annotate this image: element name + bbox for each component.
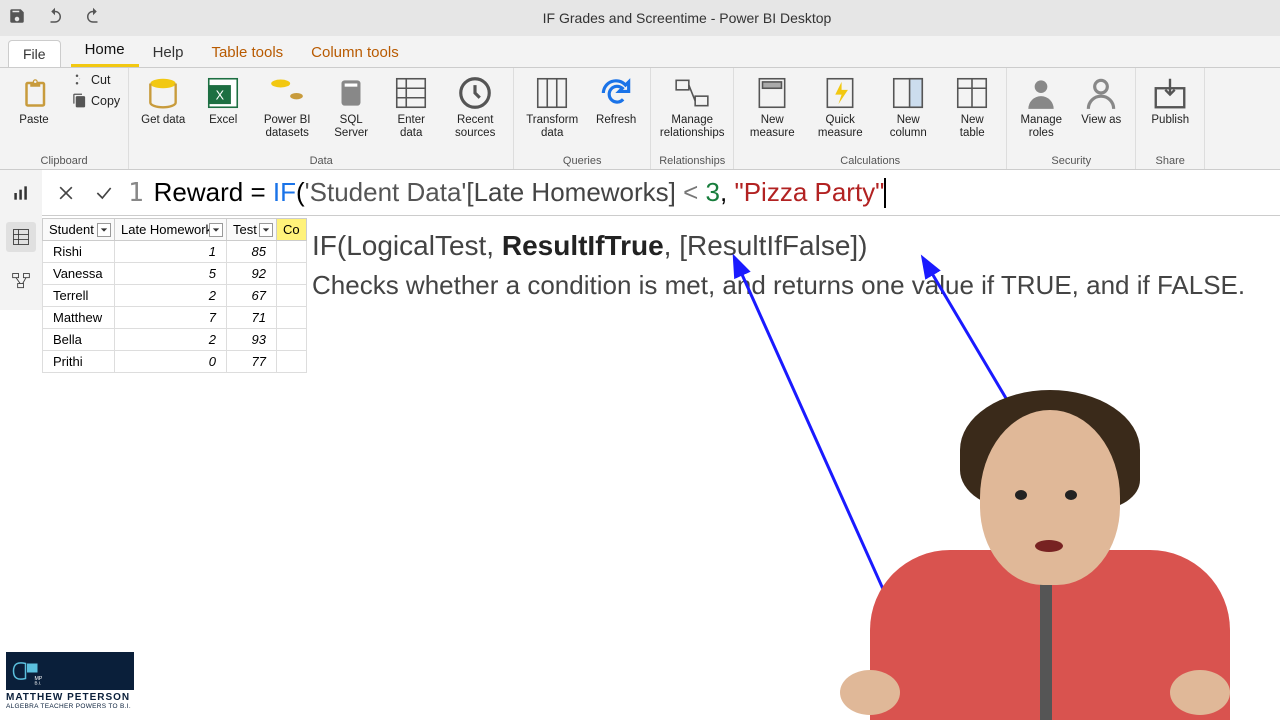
relationships-icon bbox=[673, 74, 711, 112]
group-label-calculations: Calculations bbox=[840, 153, 900, 167]
col-header-student[interactable]: Student bbox=[43, 219, 115, 241]
publish-icon bbox=[1151, 74, 1189, 112]
ribbon-group-security: Manage roles View as Security bbox=[1007, 68, 1136, 169]
col-header-late-homeworks[interactable]: Late Homeworks bbox=[115, 219, 227, 241]
new-measure-icon bbox=[753, 74, 791, 112]
table-row[interactable]: Matthew771 bbox=[43, 307, 307, 329]
table-row[interactable]: Terrell267 bbox=[43, 285, 307, 307]
tooltip-description: Checks whether a condition is met, and r… bbox=[312, 268, 1270, 303]
sql-icon bbox=[332, 74, 370, 112]
quick-measure-icon bbox=[821, 74, 859, 112]
ribbon-group-queries: Transform data Refresh Queries bbox=[514, 68, 651, 169]
new-column-icon bbox=[889, 74, 927, 112]
paste-label: Paste bbox=[19, 114, 48, 127]
chevron-down-icon[interactable] bbox=[259, 223, 273, 237]
view-as-button[interactable]: View as bbox=[1075, 72, 1127, 129]
cut-button[interactable]: Cut bbox=[72, 72, 120, 87]
table-row[interactable]: Bella293 bbox=[43, 329, 307, 351]
paste-button[interactable]: Paste bbox=[8, 72, 60, 129]
menu-tabs: File Home Help Table tools Column tools bbox=[0, 36, 1280, 68]
recent-sources-button[interactable]: Recent sources bbox=[445, 72, 505, 141]
tab-table-tools[interactable]: Table tools bbox=[197, 38, 297, 67]
group-label-data: Data bbox=[310, 153, 333, 167]
table-header-row: Student Late Homeworks Test Co bbox=[43, 219, 307, 241]
file-menu[interactable]: File bbox=[8, 40, 61, 67]
manage-roles-button[interactable]: Manage roles bbox=[1015, 72, 1067, 141]
enter-data-button[interactable]: Enter data bbox=[385, 72, 437, 141]
group-label-clipboard: Clipboard bbox=[41, 153, 88, 167]
report-view-button[interactable] bbox=[6, 178, 36, 208]
formula-cancel-button[interactable] bbox=[52, 179, 80, 207]
formula-bar: 1 Reward = IF('Student Data'[Late Homewo… bbox=[42, 170, 1280, 216]
group-label-security: Security bbox=[1051, 153, 1091, 167]
presenter-figure bbox=[830, 390, 1210, 720]
quick-measure-button[interactable]: Quick measure bbox=[810, 72, 870, 141]
group-label-queries: Queries bbox=[563, 153, 602, 167]
line-number: 1 bbox=[128, 178, 144, 208]
get-data-icon bbox=[144, 74, 182, 112]
formula-input[interactable]: Reward = IF('Student Data'[Late Homework… bbox=[154, 177, 1280, 209]
excel-button[interactable]: XExcel bbox=[197, 72, 249, 129]
manage-relationships-button[interactable]: Manage relationships bbox=[662, 72, 722, 141]
data-grid: Student Late Homeworks Test Co Rishi185V… bbox=[42, 218, 307, 373]
group-label-relationships: Relationships bbox=[659, 153, 725, 167]
table-row[interactable]: Prithi077 bbox=[43, 351, 307, 373]
new-table-button[interactable]: New table bbox=[946, 72, 998, 141]
group-label-share: Share bbox=[1156, 153, 1185, 167]
get-data-button[interactable]: Get data bbox=[137, 72, 189, 129]
pbi-datasets-button[interactable]: Power BI datasets bbox=[257, 72, 317, 141]
chevron-down-icon[interactable] bbox=[97, 223, 111, 237]
save-icon[interactable] bbox=[8, 7, 26, 30]
channel-logo: MPB.I. MATTHEW PETERSON ALGEBRA TEACHER … bbox=[6, 652, 134, 710]
col-header-partial[interactable]: Co bbox=[277, 219, 307, 241]
ribbon-group-data: Get data XExcel Power BI datasets SQL Se… bbox=[129, 68, 514, 169]
transform-data-button[interactable]: Transform data bbox=[522, 72, 582, 141]
chevron-down-icon[interactable] bbox=[209, 223, 223, 237]
excel-icon: X bbox=[204, 74, 242, 112]
refresh-button[interactable]: Refresh bbox=[590, 72, 642, 129]
logo-tagline: ALGEBRA TEACHER POWERS TO B.I. bbox=[6, 703, 134, 710]
tab-help[interactable]: Help bbox=[139, 38, 198, 67]
view-rail bbox=[0, 170, 42, 310]
redo-icon[interactable] bbox=[84, 7, 102, 30]
sql-server-button[interactable]: SQL Server bbox=[325, 72, 377, 141]
title-bar: IF Grades and Screentime - Power BI Desk… bbox=[0, 0, 1280, 36]
svg-text:B.I.: B.I. bbox=[35, 681, 42, 686]
paste-icon bbox=[15, 74, 53, 112]
table-row[interactable]: Vanessa592 bbox=[43, 263, 307, 285]
tab-home[interactable]: Home bbox=[71, 35, 139, 67]
intellisense-tooltip: IF(LogicalTest, ResultIfTrue, [ResultIfF… bbox=[308, 224, 1280, 323]
logo-name: MATTHEW PETERSON bbox=[6, 692, 134, 703]
publish-button[interactable]: Publish bbox=[1144, 72, 1196, 129]
tab-column-tools[interactable]: Column tools bbox=[297, 38, 413, 67]
manage-roles-icon bbox=[1022, 74, 1060, 112]
ribbon: Paste Cut Copy Clipboard Get data XExcel… bbox=[0, 68, 1280, 170]
ribbon-group-share: Publish Share bbox=[1136, 68, 1205, 169]
new-measure-button[interactable]: New measure bbox=[742, 72, 802, 141]
transform-icon bbox=[533, 74, 571, 112]
recent-icon bbox=[456, 74, 494, 112]
window-title: IF Grades and Screentime - Power BI Desk… bbox=[102, 10, 1272, 26]
enter-data-icon bbox=[392, 74, 430, 112]
ribbon-group-relationships: Manage relationships Relationships bbox=[651, 68, 734, 169]
refresh-icon bbox=[597, 74, 635, 112]
pbi-datasets-icon bbox=[268, 74, 306, 112]
data-view-button[interactable] bbox=[6, 222, 36, 252]
svg-text:X: X bbox=[216, 88, 225, 102]
new-column-button[interactable]: New column bbox=[878, 72, 938, 141]
new-table-icon bbox=[953, 74, 991, 112]
tooltip-signature: IF(LogicalTest, ResultIfTrue, [ResultIfF… bbox=[312, 230, 1270, 262]
col-header-test[interactable]: Test bbox=[227, 219, 277, 241]
ribbon-group-calculations: New measure Quick measure New column New… bbox=[734, 68, 1007, 169]
formula-commit-button[interactable] bbox=[90, 179, 118, 207]
undo-icon[interactable] bbox=[46, 7, 64, 30]
table-row[interactable]: Rishi185 bbox=[43, 241, 307, 263]
ribbon-group-clipboard: Paste Cut Copy Clipboard bbox=[0, 68, 129, 169]
model-view-button[interactable] bbox=[6, 266, 36, 296]
copy-button[interactable]: Copy bbox=[72, 93, 120, 108]
view-as-icon bbox=[1082, 74, 1120, 112]
